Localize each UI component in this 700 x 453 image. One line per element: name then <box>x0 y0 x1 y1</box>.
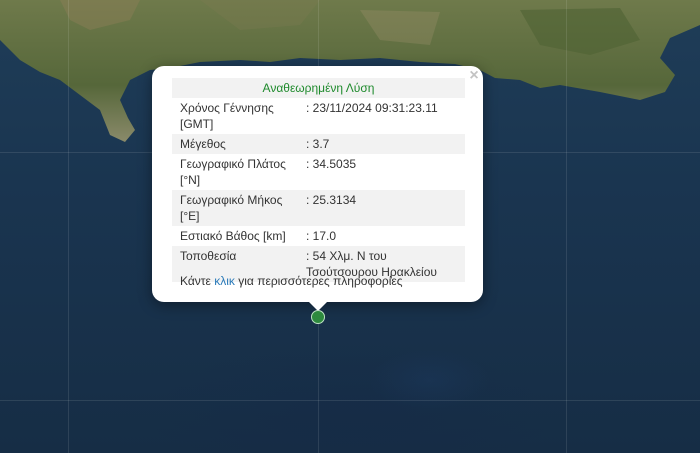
row-value: : 3.7 <box>306 137 330 151</box>
grid-line <box>68 0 69 453</box>
footer-suffix: για περισσότερες πληροφορίες <box>238 274 403 288</box>
popup-footer: Κάντε κλικ για περισσότερες πληροφορίες <box>180 274 403 288</box>
more-info-link[interactable]: κλικ <box>214 274 235 288</box>
footer-prefix: Κάντε <box>180 274 211 288</box>
grid-line <box>566 0 567 453</box>
map-marker-icon[interactable] <box>311 310 325 324</box>
table-row: Χρόνος Γέννησης [GMT] : 23/11/2024 09:31… <box>172 98 465 134</box>
table-row: Γεωγραφικό Μήκος [°E] : 25.3134 <box>172 190 465 226</box>
row-value: : 34.5035 <box>306 157 357 171</box>
row-label: Χρόνος Γέννησης [GMT] <box>180 101 274 131</box>
row-label: Μέγεθος <box>180 137 226 151</box>
table-row: Γεωγραφικό Πλάτος [°N] : 34.5035 <box>172 154 465 190</box>
row-value: : 17.0 <box>306 229 337 243</box>
row-value: : 23/11/2024 09:31:23.11 <box>306 101 438 115</box>
row-label: Εστιακό Βάθος [km] <box>180 229 286 243</box>
close-icon[interactable]: × <box>466 68 482 84</box>
row-label: Γεωγραφικό Πλάτος [°N] <box>180 157 286 187</box>
row-value: : 25.3134 <box>306 193 357 207</box>
row-label: Γεωγραφικό Μήκος [°E] <box>180 193 283 223</box>
table-row: Μέγεθος : 3.7 <box>172 134 465 154</box>
table-row: Εστιακό Βάθος [km] : 17.0 <box>172 226 465 246</box>
popup-title: Αναθεωρημένη Λύση <box>172 78 465 98</box>
info-table: Αναθεωρημένη Λύση Χρόνος Γέννησης [GMT] … <box>172 78 465 282</box>
grid-line <box>0 400 700 401</box>
